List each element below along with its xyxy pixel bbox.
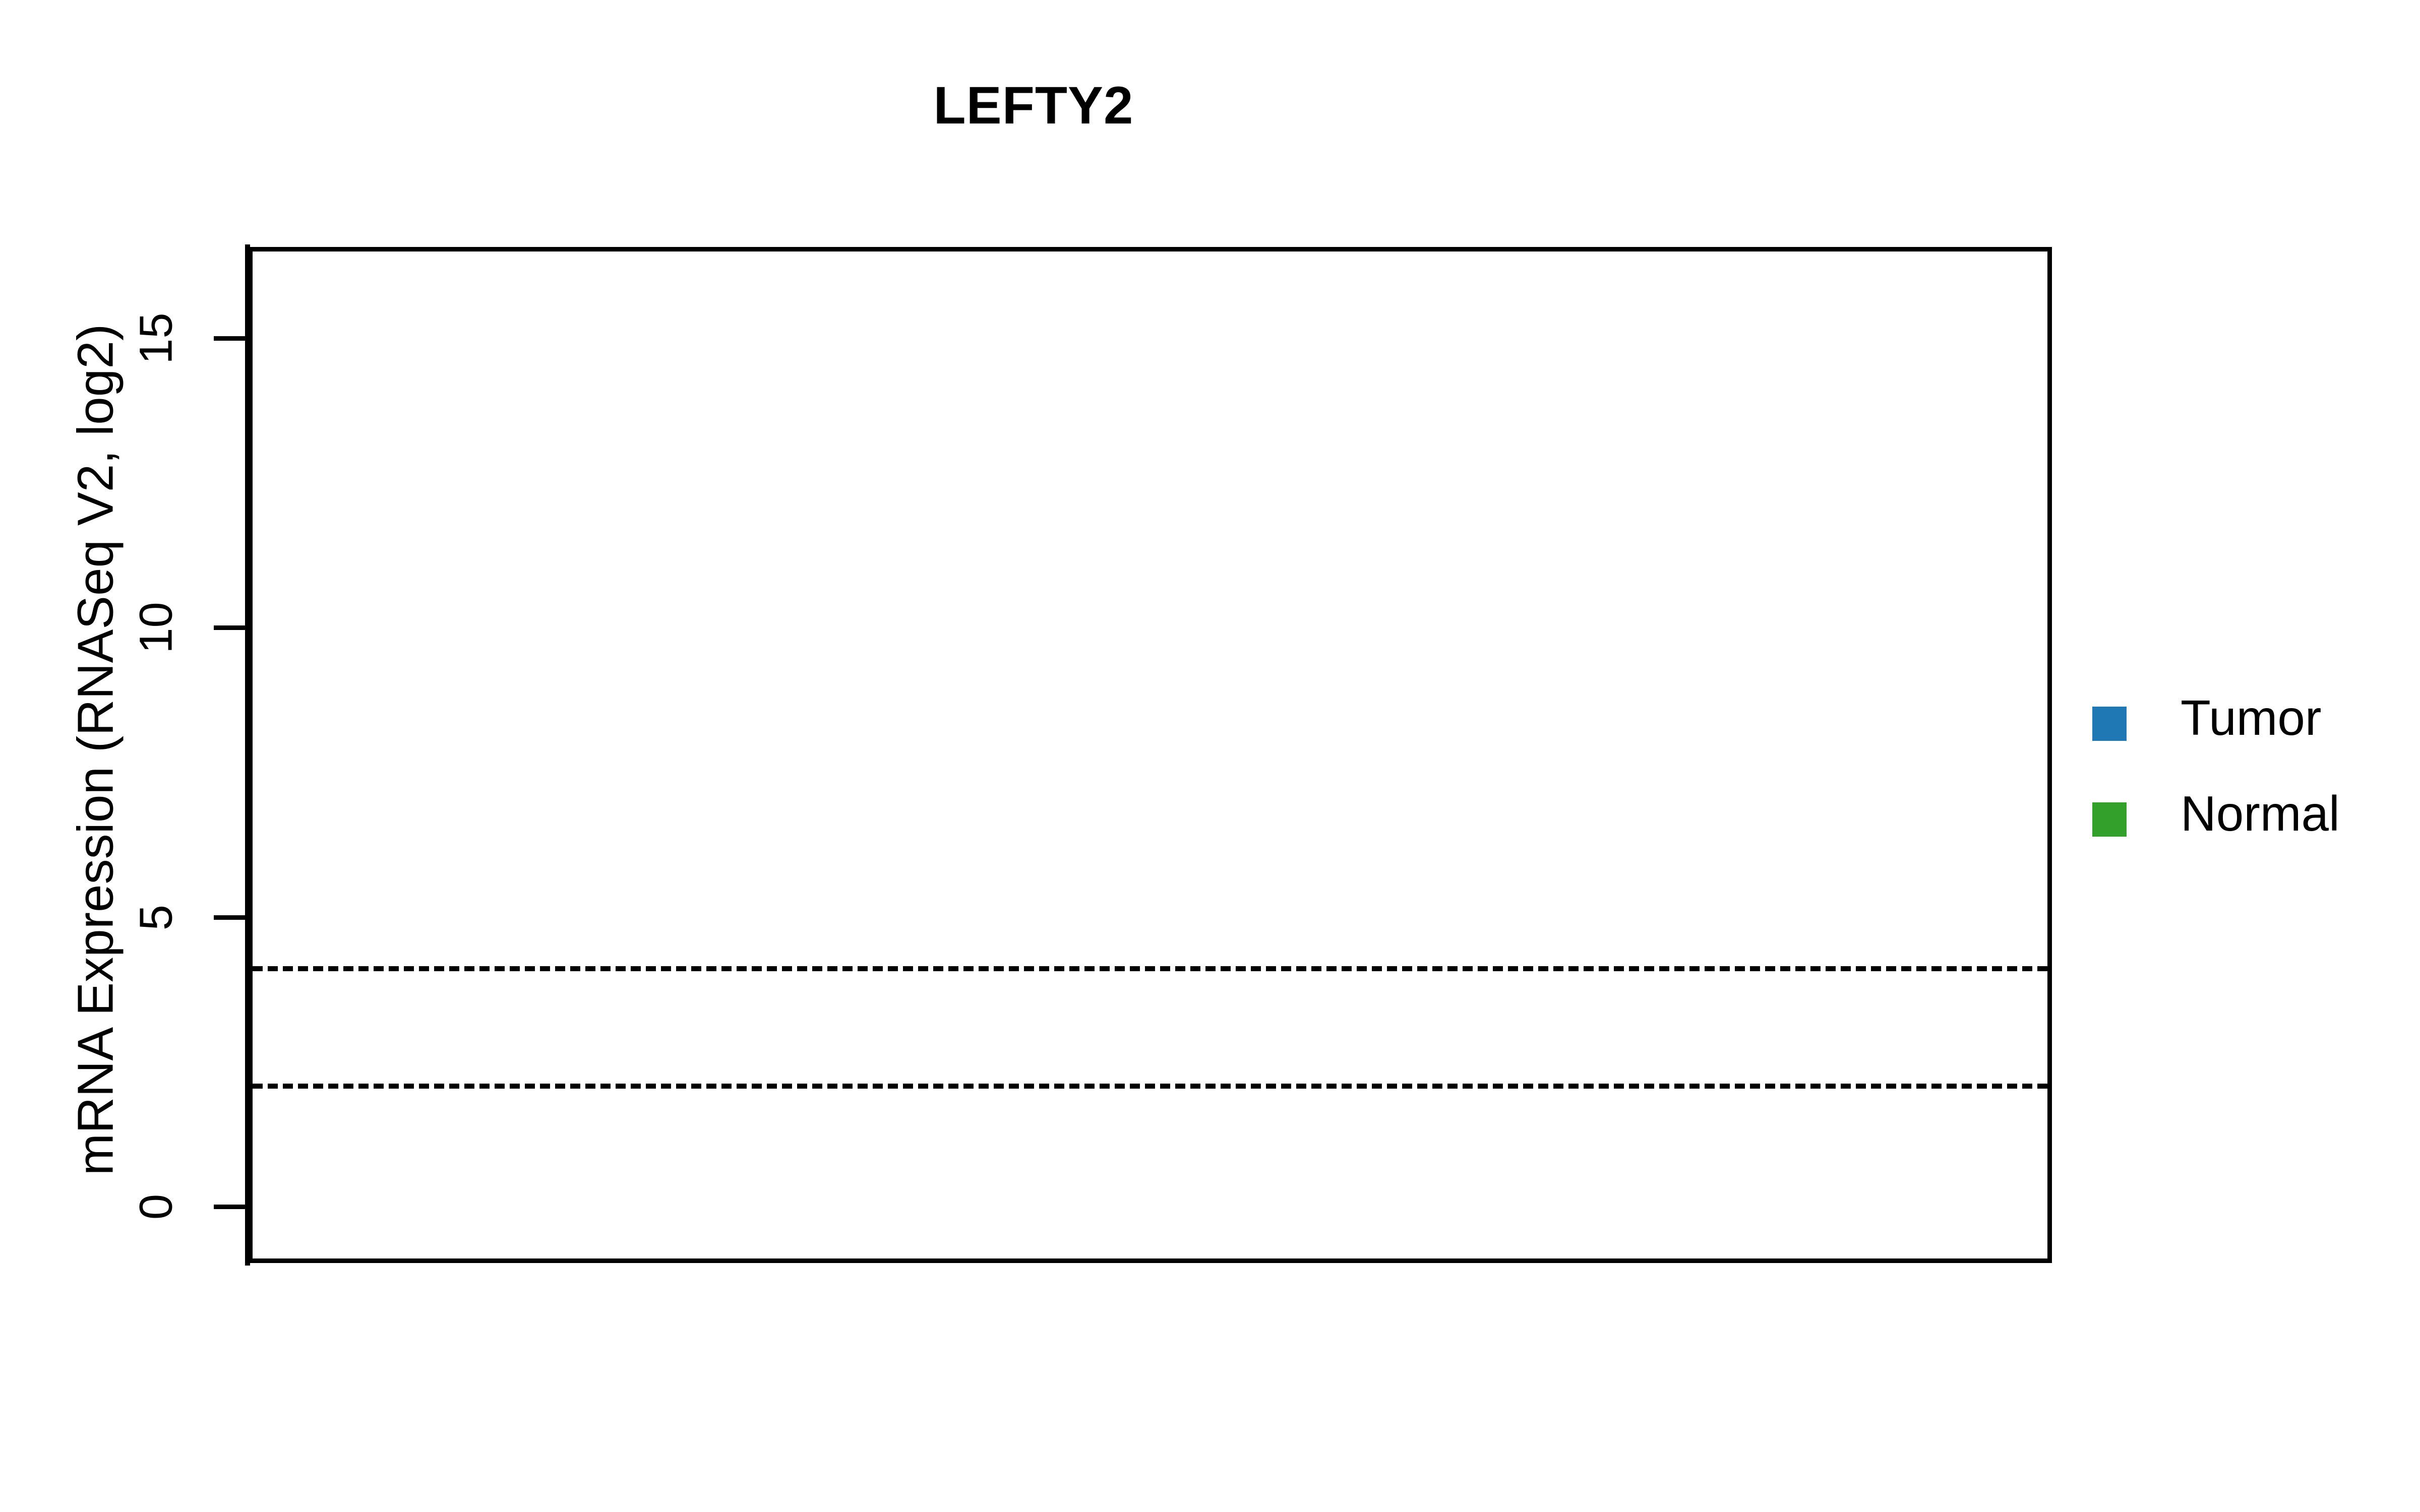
y-tick-mark xyxy=(214,625,245,631)
reference-line xyxy=(253,1084,2047,1089)
y-tick-label: 15 xyxy=(130,312,182,364)
chart-root: LEFTY2 0 5 10 15 mRNA Expression (RNASeq V2… xyxy=(0,0,2420,1512)
y-tick-label: 5 xyxy=(130,904,182,930)
legend-label-normal: Normal xyxy=(2181,786,2340,841)
y-tick-mark xyxy=(214,1204,245,1209)
page-title: LEFTY2 xyxy=(933,76,1134,135)
y-tick-label: 0 xyxy=(130,1193,182,1220)
plot-inner xyxy=(253,251,2047,1258)
y-tick-mark xyxy=(214,915,245,920)
reference-line xyxy=(253,966,2047,972)
y-tick-mark xyxy=(214,336,245,341)
plot-area xyxy=(248,247,2052,1263)
violin-layer xyxy=(253,251,2047,1258)
legend-label-tumor: Tumor xyxy=(2181,690,2322,745)
legend-swatch-tumor xyxy=(2092,707,2127,741)
y-tick-label: 10 xyxy=(130,602,182,654)
y-axis-title: mRNA Expression (RNASeq V2, log2) xyxy=(67,324,124,1176)
legend-swatch-normal xyxy=(2092,802,2127,837)
